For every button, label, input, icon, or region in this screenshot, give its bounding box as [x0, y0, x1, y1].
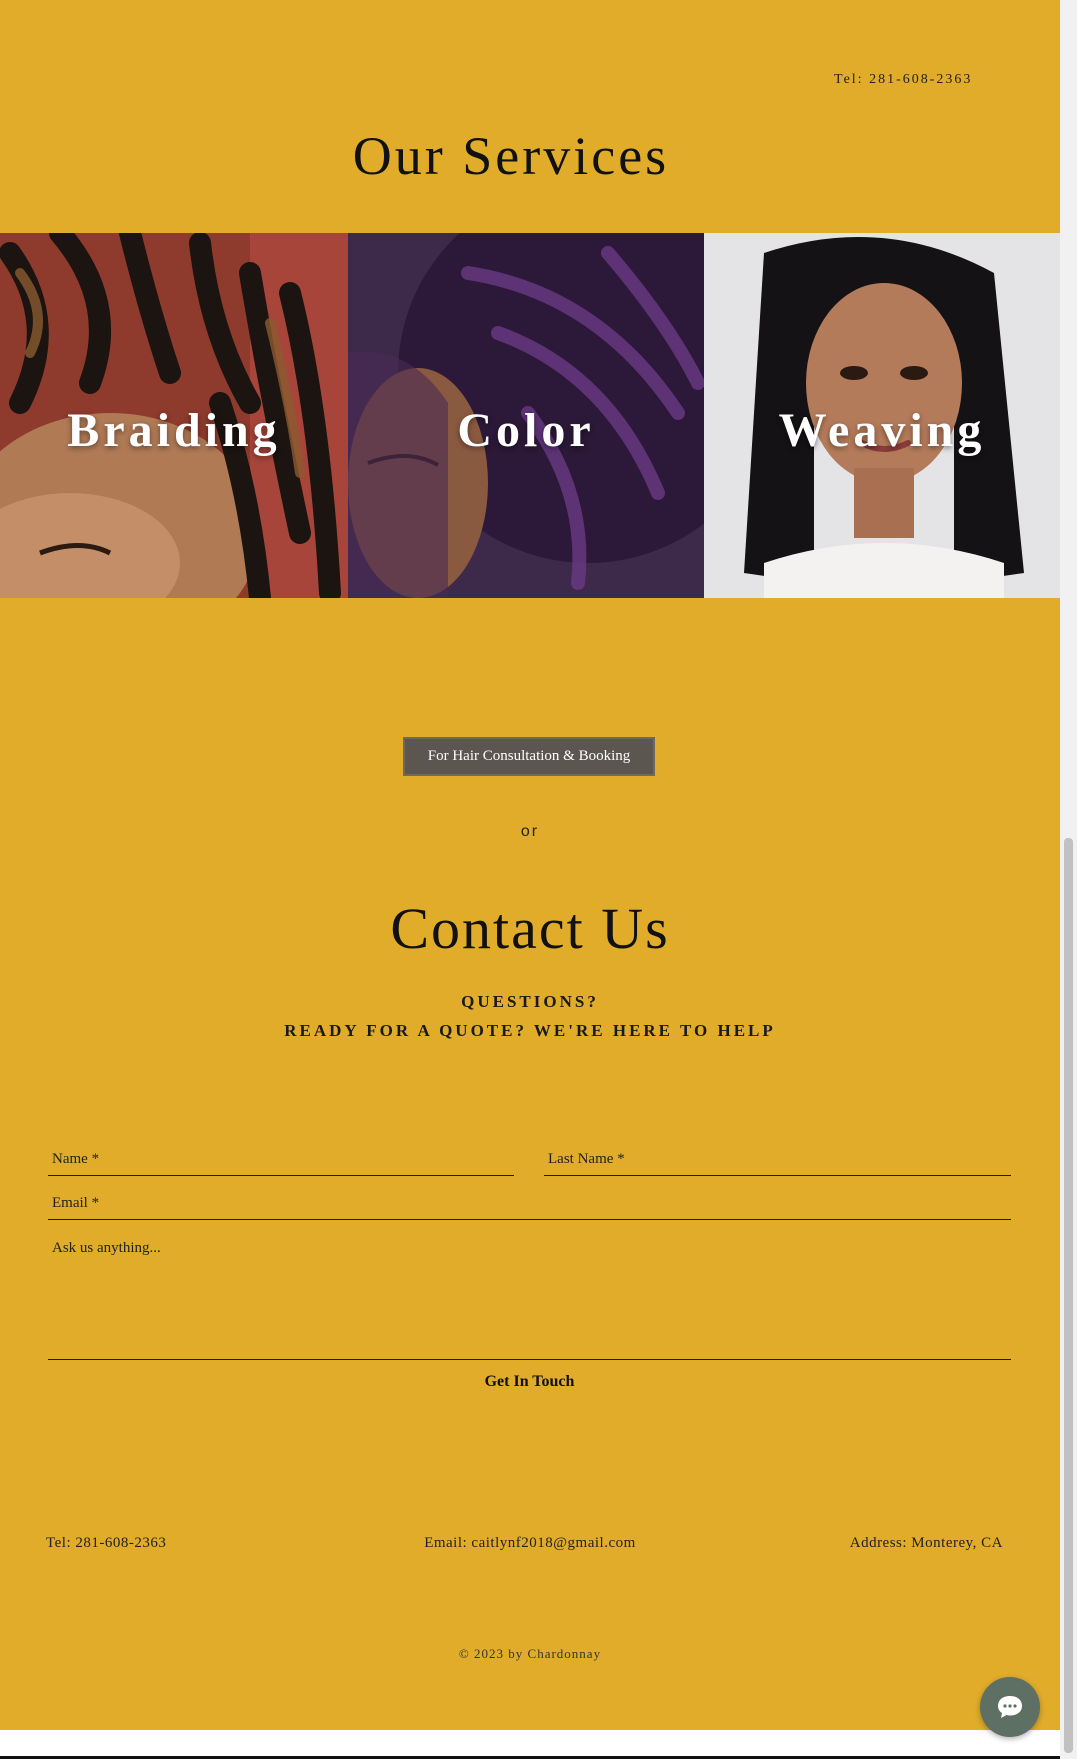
copyright: © 2023 by Chardonnay	[458, 1646, 602, 1661]
service-tile-weaving[interactable]: Weaving	[704, 233, 1060, 598]
service-tile-braiding[interactable]: Braiding	[0, 233, 348, 598]
tile-label-braiding: Braiding	[67, 404, 281, 457]
email-field[interactable]	[48, 1187, 1011, 1220]
page-background: Tel: 281-608-2363 Our Services Braiding …	[0, 0, 1060, 1737]
header-phone: Tel: 281-608-2363	[834, 72, 973, 87]
chat-button[interactable]	[980, 1677, 1040, 1737]
tile-label-weaving: Weaving	[778, 404, 986, 457]
service-tile-color[interactable]: Color	[348, 233, 704, 598]
contact-subtitle-quote: READY FOR A QUOTE? WE'RE HERE TO HELP	[284, 1021, 776, 1040]
last-name-field[interactable]	[544, 1143, 1011, 1176]
contact-subtitle-questions: QUESTIONS?	[461, 992, 599, 1011]
page-scrollbar[interactable]	[1060, 0, 1077, 1759]
services-title: Our Services	[352, 126, 670, 186]
services-gallery: Braiding Color Weaving	[0, 233, 1060, 598]
footer-address: Address: Monterey, CA	[849, 1535, 1003, 1551]
scrollbar-thumb[interactable]	[1064, 838, 1073, 1753]
booking-button[interactable]: For Hair Consultation & Booking	[403, 737, 655, 776]
chat-bubble-icon	[998, 1696, 1022, 1718]
message-field[interactable]	[48, 1232, 1011, 1360]
or-separator: or	[520, 823, 540, 840]
contact-title: Contact Us	[390, 896, 670, 961]
get-in-touch-button[interactable]: Get In Touch	[48, 1371, 1011, 1393]
first-name-field[interactable]	[48, 1143, 514, 1176]
tile-label-color: Color	[457, 404, 595, 457]
